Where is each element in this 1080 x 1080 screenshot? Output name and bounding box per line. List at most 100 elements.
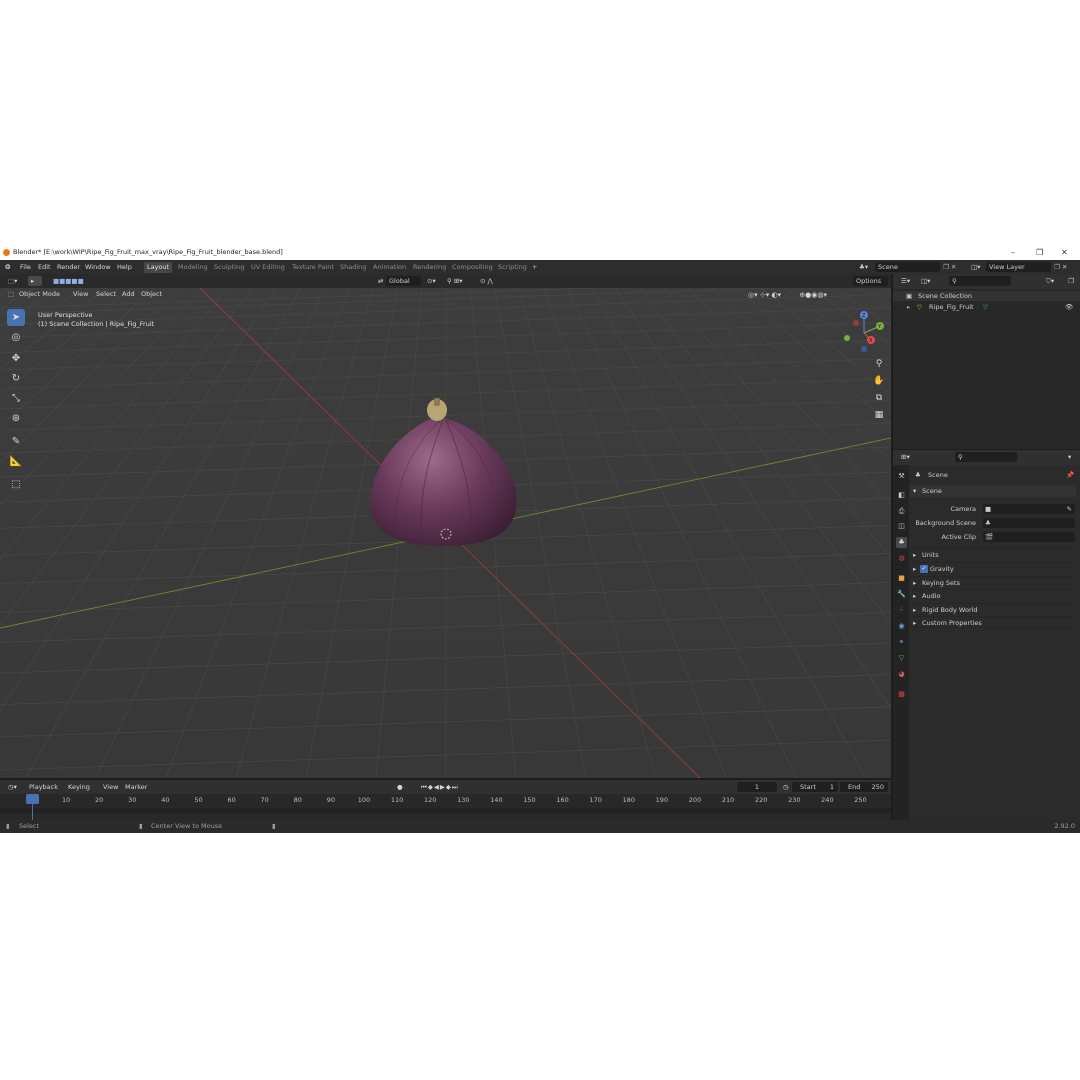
tab-modeling[interactable]: Modeling [175,262,211,273]
selection-mode-icons[interactable]: ■■■■■ [50,276,87,286]
playback-controls-icons[interactable]: ⏮◆◀▶◆⏭ [418,782,462,792]
properties-editor-icon[interactable]: ⊞▾ [898,452,913,462]
add-workspace-button[interactable]: + [529,262,540,273]
audio-section[interactable]: ▸ Audio [910,589,1076,601]
viewport-shading-controls[interactable]: ◎▾ ⊹▾ ◐▾ ⊕●◉◍▾ [748,289,888,301]
menu-playback[interactable]: Playback [26,782,61,792]
outliner-search[interactable]: ⚲ [949,276,1011,286]
tab-sculpting[interactable]: Sculpting [211,262,247,273]
pivot-icon[interactable]: ⊙▾ [424,276,439,286]
units-section[interactable]: ▸ Units [910,548,1076,560]
menu-view[interactable]: View [70,289,91,299]
cursor-tool-icon[interactable]: ◎ [7,329,25,346]
pan-hand-icon[interactable]: ✋ [871,374,887,388]
output-tab-icon[interactable]: ⎙ [896,506,907,517]
visibility-eye-icon[interactable]: 👁 [1065,302,1073,312]
select-box-icon[interactable]: ▸ [28,276,42,286]
texture-tab-icon[interactable]: ▩ [896,689,907,700]
menu-render[interactable]: Render [57,262,80,272]
mode-select[interactable]: Object Mode [16,289,63,299]
view-layer-icon[interactable]: ◫▾ [971,262,980,272]
scene-icon[interactable]: ♣▾ [859,262,868,272]
new-scene-icon[interactable]: ❐ ✕ [943,262,956,272]
render-tab-icon[interactable]: ◧ [896,490,907,501]
filter-icon[interactable]: ⛉▾ [1043,276,1057,286]
rigid-body-world-section[interactable]: ▸ Rigid Body World [910,603,1076,615]
snap-icon[interactable]: ⚲ ⊞▾ [444,276,466,286]
pin-icon[interactable]: 📌 [1066,470,1074,480]
record-icon[interactable]: ● [394,782,406,792]
physics-tab-icon[interactable]: ◉ [896,621,907,632]
outliner-row-object[interactable]: ▸ ▽ Ripe_Fig_Fruit ▽ 👁 [893,302,1080,312]
annotate-tool-icon[interactable]: ✎ [7,433,25,450]
select-tool[interactable]: ➤ [7,309,25,326]
transform-tool-icon[interactable]: ⊛ [7,410,25,427]
timeline-editor-icon[interactable]: ◷▾ [5,782,20,792]
orientation-icon[interactable]: ⇄ [375,276,386,286]
data-tab-icon[interactable]: ▽ [896,653,907,664]
keying-sets-section[interactable]: ▸ Keying Sets [910,576,1076,588]
menu-timeline-view[interactable]: View [100,782,121,792]
tool-tab-icon[interactable]: ⚒ [896,471,907,482]
world-tab-icon[interactable]: ◍ [896,553,907,564]
zoom-icon[interactable]: ⚲ [871,357,887,371]
tab-scripting[interactable]: Scripting [495,262,530,273]
menu-edit[interactable]: Edit [38,262,51,272]
scene-panel-header[interactable]: ▾ Scene [910,485,1076,497]
background-scene-field[interactable]: ♣ [983,518,1075,528]
menu-keying[interactable]: Keying [65,782,93,792]
move-tool-icon[interactable]: ✥ [7,350,25,367]
menu-add[interactable]: Add [119,289,138,299]
proportional-icon[interactable]: ⊙ ⋀ [477,276,496,286]
menu-marker[interactable]: Marker [122,782,150,792]
scene-tab-icon[interactable]: ♣ [896,537,907,548]
camera-view-icon[interactable]: ⧉ [871,391,887,405]
tab-layout[interactable]: Layout [144,262,173,273]
outliner-editor-icon[interactable]: ☰▾ [898,276,913,286]
camera-field[interactable]: ■ ✎ [983,504,1075,514]
particles-tab-icon[interactable]: ⁘ [896,605,907,616]
view-layer-field[interactable]: View Layer [986,262,1051,272]
constraints-tab-icon[interactable]: ⚭ [896,637,907,648]
editor-type-icon[interactable]: ⬚▾ [5,276,20,286]
modifier-tab-icon[interactable]: 🔧 [896,589,907,600]
new-collection-icon[interactable]: ❐ [1065,276,1077,286]
shading-mode-icons[interactable]: ⊕●◉◍▾ [799,291,827,299]
view-layer-tab-icon[interactable]: ◫ [896,521,907,532]
menu-help[interactable]: Help [117,262,132,272]
minimize-button[interactable]: – [1011,245,1015,260]
menu-object[interactable]: Object [138,289,165,299]
rotate-tool-icon[interactable]: ↻ [7,370,25,387]
visibility-icon[interactable]: ◎▾ ⊹▾ ◐▾ [748,291,781,299]
gravity-section[interactable]: ▸ ✓ Gravity [910,562,1076,574]
end-frame-field[interactable]: End 250 [840,782,888,792]
tab-animation[interactable]: Animation [370,262,409,273]
expand-arrow-icon[interactable]: ▸ [907,302,910,312]
properties-options-icon[interactable]: ▾ [1065,452,1074,462]
measure-tool-icon[interactable]: 📐 [7,453,25,470]
custom-properties-section[interactable]: ▸ Custom Properties [910,616,1076,628]
close-button[interactable]: ✕ [1061,245,1068,260]
tab-texture-paint[interactable]: Texture Paint [289,262,337,273]
active-clip-field[interactable]: 🎬 [983,532,1075,542]
object-tab-icon[interactable]: ■ [896,573,907,584]
timeline-scrollbar[interactable] [0,808,891,813]
tab-shading[interactable]: Shading [337,262,369,273]
orientation-select[interactable]: Global [386,276,421,286]
tab-uv-editing[interactable]: UV Editing [248,262,288,273]
display-mode-icon[interactable]: ◫▾ [918,276,933,286]
tab-rendering[interactable]: Rendering [410,262,449,273]
outliner-row-root[interactable]: ▣ Scene Collection [893,291,1080,301]
material-tab-icon[interactable]: ◕ [896,669,907,680]
properties-search[interactable]: ⚲ [955,452,1017,462]
3d-viewport[interactable]: User Perspective (1) Scene Collection | … [0,288,891,778]
new-view-layer-icon[interactable]: ❐ ✕ [1054,262,1067,272]
options-menu[interactable]: Options [853,276,888,286]
ortho-grid-icon[interactable]: ▦ [871,408,887,422]
maximize-button[interactable]: ❐ [1036,245,1043,260]
eyedropper-icon[interactable]: ✎ [1067,504,1072,514]
add-cube-tool-icon[interactable]: ⬚ [7,476,25,493]
menu-file[interactable]: File [20,262,31,272]
start-frame-field[interactable]: Start 1 [792,782,838,792]
playhead-marker[interactable] [26,794,39,804]
